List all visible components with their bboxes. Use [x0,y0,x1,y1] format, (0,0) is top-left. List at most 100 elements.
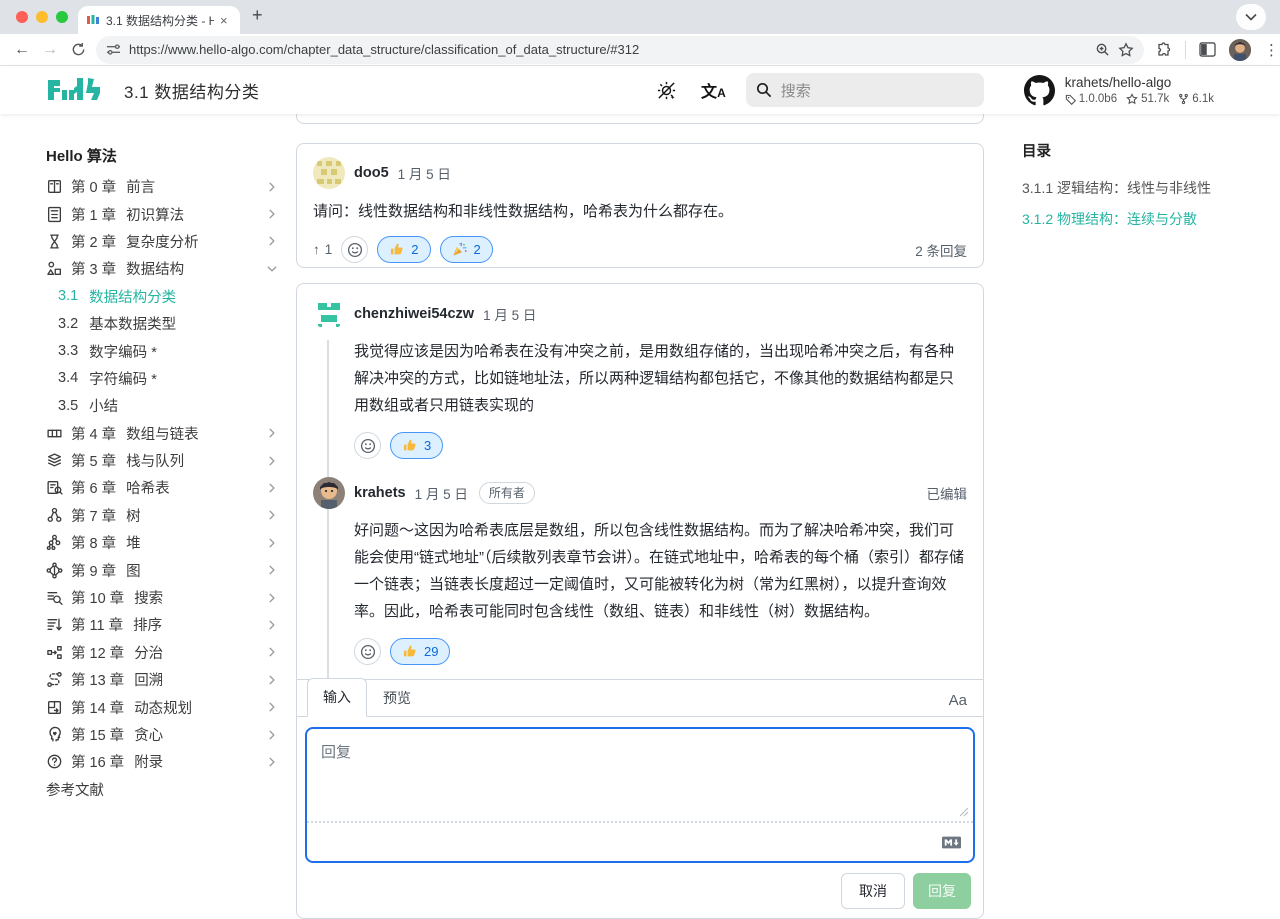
chapter-nav-sidebar: Hello 算法 第 0 章 前言 第 1 章 初识算法 第 2 章 复杂度分析… [46,142,284,803]
comment-body: 请问：线性数据结构和非线性数据结构，哈希表为什么都存在。 [313,201,967,223]
sidebar-item-chapter-15[interactable]: 第 15 章 贪心 [46,721,284,748]
comment-date[interactable]: 1 月 5 日 [398,163,451,183]
avatar[interactable] [313,298,345,330]
toc-item-3.1.1[interactable]: 3.1.1 逻辑结构：线性与非线性 [1022,173,1262,204]
sidebar-item-chapter-7[interactable]: 第 7 章 树 [46,502,284,529]
avatar[interactable] [313,157,345,189]
graph-icon [46,562,63,579]
add-reaction-button[interactable] [354,638,381,665]
translate-icon[interactable]: 文A [701,78,726,102]
calculator-icon [46,206,63,223]
window-zoom-button[interactable] [56,11,68,23]
sidebar-item-chapter-4[interactable]: 第 4 章 数组与链表 [46,420,284,447]
tab-title: 3.1 数据结构分类 - Hello 算法 [106,12,214,29]
browser-tab-strip: 3.1 数据结构分类 - Hello 算法 × + [0,0,1280,34]
theme-toggle-icon[interactable] [656,80,677,101]
sidebar-item-chapter-12[interactable]: 第 12 章 分治 [46,639,284,666]
sidebar-item-chapter-9[interactable]: 第 9 章 图 [46,556,284,583]
markdown-icon[interactable] [942,836,961,849]
repo-forks: 6.1k [1178,93,1214,105]
browser-menu-icon[interactable]: ⋮ [1264,41,1279,59]
reply-textarea[interactable]: 回复 [305,727,975,863]
tab-write[interactable]: 输入 [307,678,367,717]
url-text[interactable]: https://www.hello-algo.com/chapter_data_… [129,42,1087,57]
chevron-right-icon [266,235,278,247]
reply-author[interactable]: chenzhiwei54czw [354,306,474,322]
repo-stars: 51.7k [1126,93,1169,105]
reply-composer: 输入 预览 Aa 回复 取消 回复 [297,679,983,918]
toc-item-3.1.2[interactable]: 3.1.2 物理结构：连续与分散 [1022,204,1262,235]
sidebar-item-chapter-2[interactable]: 第 2 章 复杂度分析 [46,228,284,255]
sidebar-item-chapter-1[interactable]: 第 1 章 初识算法 [46,200,284,227]
upvote-arrow-icon: ↑ [313,242,320,257]
text-format-button[interactable]: Aa [949,692,967,717]
browser-profile-avatar[interactable] [1229,39,1251,61]
chevron-down-icon [266,263,278,275]
hello-algo-logo[interactable] [46,76,104,104]
extensions-puzzle-icon[interactable] [1156,42,1172,58]
tab-close-icon[interactable]: × [220,13,228,28]
sidebar-item-references[interactable]: 参考文献 [46,776,284,803]
sidebar-subitem-3.3[interactable]: 3.3数字编码 * [46,337,284,364]
sidebar-item-chapter-10[interactable]: 第 10 章 搜索 [46,584,284,611]
tab-preview[interactable]: 预览 [367,680,427,717]
tab-search-button[interactable] [1236,4,1266,30]
sidebar-subitem-3.1[interactable]: 3.1数据结构分类 [46,283,284,310]
chevron-right-icon [266,537,278,549]
new-tab-button[interactable]: + [252,5,263,26]
comment-card: doo5 1 月 5 日 请问：线性数据结构和非线性数据结构，哈希表为什么都存在… [296,143,984,268]
sidebar-item-chapter-3[interactable]: 第 3 章 数据结构 [46,255,284,282]
reply-date[interactable]: 1 月 5 日 [483,304,536,324]
window-close-button[interactable] [16,11,28,23]
reaction-pill-thumbs-up[interactable]: 3 [390,432,443,459]
sidebar-subitem-3.4[interactable]: 3.4字符编码 * [46,365,284,392]
repo-name[interactable]: krahets/hello-algo [1065,75,1214,90]
back-button[interactable]: ← [8,41,36,59]
browser-toolbar: ← → https://www.hello-algo.com/chapter_d… [0,34,1280,66]
add-reaction-button[interactable] [341,236,368,263]
reply-date[interactable]: 1 月 5 日 [415,483,468,503]
search-box[interactable]: 搜索 [746,73,984,107]
sidebar-item-chapter-11[interactable]: 第 11 章 排序 [46,611,284,638]
brand-title[interactable]: Hello 算法 [46,142,284,169]
table-of-contents: 目录 3.1.1 逻辑结构：线性与非线性3.1.2 物理结构：连续与分散 [1022,140,1262,234]
resize-handle[interactable] [959,807,969,817]
reload-button[interactable] [64,42,92,57]
chevron-right-icon [266,729,278,741]
book-icon [46,178,63,195]
sidebar-item-chapter-16[interactable]: 第 16 章 附录 [46,748,284,775]
window-minimize-button[interactable] [36,11,48,23]
sidebar-item-chapter-13[interactable]: 第 13 章 回溯 [46,666,284,693]
reaction-pill-party-popper[interactable]: 2 [440,236,493,263]
chevron-right-icon [266,208,278,220]
github-repo-link[interactable]: krahets/hello-algo 1.0.0b6 51.7k 6.1k [1024,75,1214,106]
edited-label: 已编辑 [927,483,968,503]
sidebar-item-chapter-8[interactable]: 第 8 章 堆 [46,529,284,556]
browser-tab[interactable]: 3.1 数据结构分类 - Hello 算法 × [78,6,240,34]
upvote-button[interactable]: ↑ 1 [313,242,332,257]
sidebar-subitem-3.2[interactable]: 3.2基本数据类型 [46,310,284,337]
reply-author[interactable]: krahets [354,485,406,501]
cancel-button[interactable]: 取消 [841,873,905,909]
bookmark-star-icon[interactable] [1118,42,1134,58]
add-reaction-button[interactable] [354,432,381,459]
sidebar-item-chapter-14[interactable]: 第 14 章 动态规划 [46,693,284,720]
submit-reply-button[interactable]: 回复 [913,873,971,909]
url-bar[interactable]: https://www.hello-algo.com/chapter_data_… [96,36,1144,64]
forward-button[interactable]: → [36,41,64,59]
zoom-page-icon[interactable] [1095,42,1110,57]
avatar[interactable] [313,477,345,509]
reply: krahets 1 月 5 日 所有者 已编辑 好问题～这因为哈希表底层是数组，… [313,477,967,665]
sidebar-item-chapter-5[interactable]: 第 5 章 栈与队列 [46,447,284,474]
site-settings-icon[interactable] [106,42,121,57]
sidebar-item-chapter-6[interactable]: 第 6 章 哈希表 [46,474,284,501]
reaction-pill-thumbs-up[interactable]: 2 [377,236,430,263]
sidebar-subitem-3.5[interactable]: 3.5小结 [46,392,284,419]
reaction-pill-thumbs-up[interactable]: 29 [390,638,450,665]
side-panel-icon[interactable] [1199,42,1216,57]
sidebar-item-chapter-0[interactable]: 第 0 章 前言 [46,173,284,200]
chevron-right-icon [266,564,278,576]
thumbs-up-icon [402,438,417,453]
sort-icon [46,616,63,633]
comment-author[interactable]: doo5 [354,165,389,181]
